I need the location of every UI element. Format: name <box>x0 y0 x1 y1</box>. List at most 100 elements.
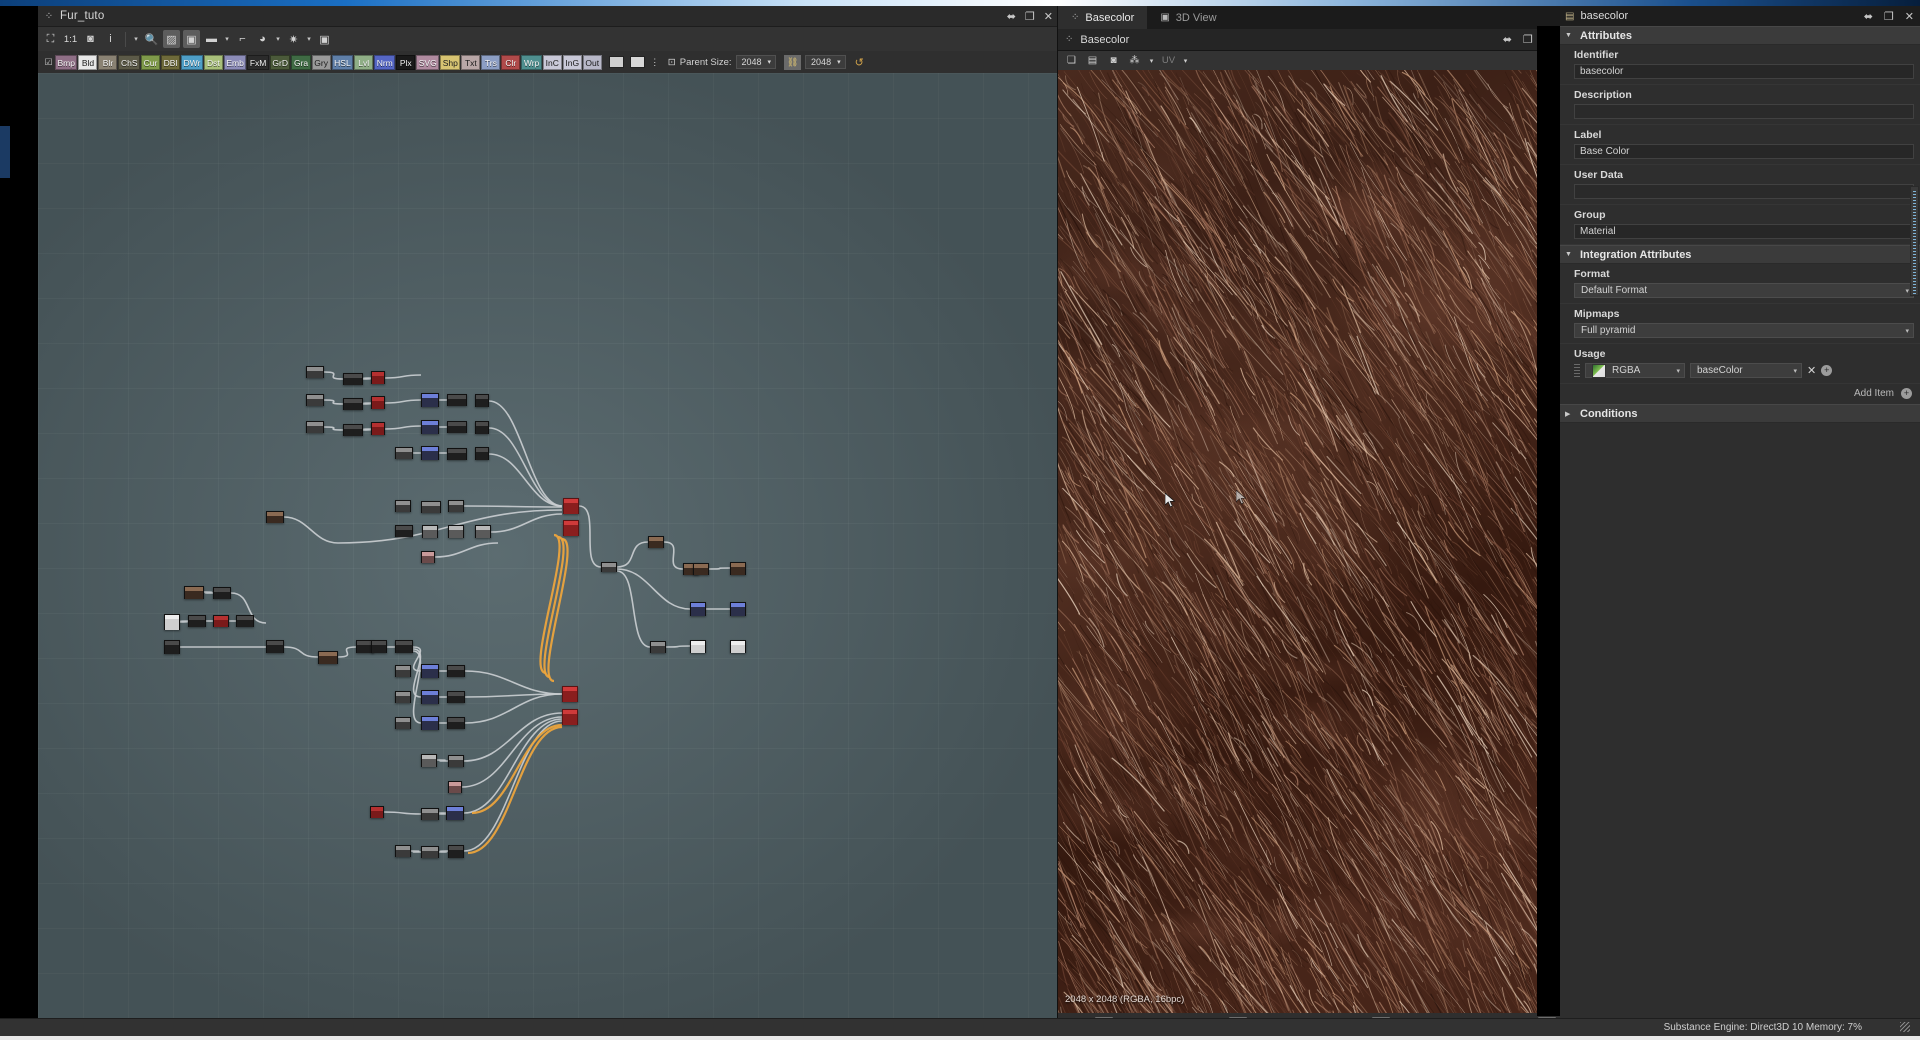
graph-node[interactable] <box>447 421 467 433</box>
node-chip-dbl[interactable]: DBl <box>161 54 181 70</box>
node-chip-bld[interactable]: Bld <box>78 54 98 70</box>
graph-node[interactable] <box>562 686 578 702</box>
graph-node[interactable] <box>306 366 324 378</box>
caret-3[interactable]: ▾ <box>274 35 282 43</box>
graph-node[interactable] <box>601 562 617 572</box>
select-format[interactable]: Default Format ▾ <box>1574 283 1914 298</box>
node-chip-hsl[interactable]: HSL <box>331 54 354 70</box>
reset-icon[interactable]: ↺ <box>855 56 864 69</box>
graph-node[interactable] <box>421 551 435 563</box>
parent-height-select[interactable]: 2048 ▾ <box>805 55 846 69</box>
graph-nodes[interactable] <box>38 73 1057 1036</box>
graph-node[interactable] <box>447 448 467 460</box>
graph-node[interactable] <box>421 808 439 820</box>
graph-node[interactable] <box>306 394 324 406</box>
parent-width-select[interactable]: 2048 ▾ <box>735 55 777 69</box>
graph-node[interactable] <box>371 422 385 435</box>
graph-node[interactable] <box>448 845 464 858</box>
node-chip-blr[interactable]: Blr <box>98 54 118 70</box>
graph-node[interactable] <box>371 640 387 653</box>
graph-node[interactable] <box>395 845 411 857</box>
fit-view-icon[interactable]: ⛶ <box>42 30 59 48</box>
close-icon[interactable]: ✕ <box>1044 10 1053 23</box>
input-group[interactable]: Material <box>1574 224 1914 239</box>
graph-node[interactable] <box>164 614 180 630</box>
channel-split-icon[interactable]: ⁂ <box>1126 53 1143 68</box>
node-chip-nrm[interactable]: Nrm <box>374 54 396 70</box>
node-chip-bmp[interactable]: Bmp <box>55 54 78 70</box>
input-identifier[interactable]: basecolor <box>1574 64 1914 79</box>
node-chip-inc[interactable]: InC <box>542 54 562 70</box>
node-chip-chs[interactable]: ChS <box>118 54 141 70</box>
add-item-row[interactable]: Add Item + <box>1560 384 1920 404</box>
node-chip-trs[interactable]: Trs <box>481 54 501 70</box>
add-usage-button[interactable]: + <box>1821 365 1833 376</box>
graph-node[interactable] <box>448 781 462 793</box>
node-chip-dwr[interactable]: DWr <box>181 54 203 70</box>
channel-caret[interactable]: ▾ <box>1147 53 1156 68</box>
input-label[interactable]: Base Color <box>1574 144 1914 159</box>
graph-node[interactable] <box>693 563 709 575</box>
maximize-icon[interactable]: ❐ <box>1025 10 1035 23</box>
graph-node[interactable] <box>730 640 746 653</box>
graph-node[interactable] <box>421 754 437 767</box>
tab-basecolor[interactable]: ⁘ Basecolor <box>1058 6 1148 29</box>
elbow-link-icon[interactable]: ⌐ <box>234 30 251 48</box>
section-header-attributes[interactable]: ▼ Attributes <box>1560 26 1920 45</box>
export-image-icon[interactable]: ▤ <box>1084 53 1101 68</box>
node-chip-gry[interactable]: Gry <box>311 54 331 70</box>
graph-node[interactable] <box>730 562 746 575</box>
graph-node[interactable] <box>648 536 664 548</box>
node-chip-ing[interactable]: InG <box>562 54 582 70</box>
graph-canvas[interactable]: M 人人素材 <box>38 73 1057 1036</box>
copy-image-icon[interactable]: ❏ <box>1063 53 1080 68</box>
graph-node[interactable] <box>562 709 578 725</box>
node-chip-fxm[interactable]: FxM <box>247 54 269 70</box>
graph-node[interactable] <box>448 500 464 512</box>
graph-node[interactable] <box>370 806 384 818</box>
properties-scrollbar[interactable] <box>1910 186 1919 296</box>
graph-node[interactable] <box>446 806 464 820</box>
graph-node[interactable] <box>343 373 363 385</box>
graph-node[interactable] <box>266 511 284 523</box>
section-header-conditions[interactable]: ▶ Conditions <box>1560 404 1920 423</box>
select-mipmaps[interactable]: Full pyramid ▾ <box>1574 323 1914 338</box>
align-icon[interactable]: ▣ <box>183 30 200 48</box>
graph-node[interactable] <box>730 602 746 616</box>
graph-node[interactable] <box>236 615 254 627</box>
graph-node[interactable] <box>475 394 489 407</box>
node-chip-svg[interactable]: SVG <box>416 54 440 70</box>
node-library-toggle-icon[interactable]: ☑ <box>42 57 55 68</box>
graph-node[interactable] <box>421 446 439 460</box>
graph-node[interactable] <box>421 664 439 678</box>
graph-node[interactable] <box>395 640 413 653</box>
graph-node[interactable] <box>421 690 439 704</box>
usage-channel-select[interactable]: RGBA ▾ <box>1585 363 1685 378</box>
snapshot-icon[interactable]: ◙ <box>82 30 99 48</box>
chain-link-icon[interactable]: ⛓ <box>784 54 802 70</box>
node-chip-shp[interactable]: Shp <box>440 54 461 70</box>
graph-node[interactable] <box>164 640 180 654</box>
graph-node[interactable] <box>395 447 413 459</box>
graph-node[interactable] <box>318 651 338 664</box>
uv-label[interactable]: UV <box>1160 53 1177 68</box>
node-chip-emb[interactable]: Emb <box>223 54 247 70</box>
graph-node[interactable] <box>343 424 363 436</box>
node-chip-grd[interactable]: GrD <box>269 54 291 70</box>
caret-1[interactable]: ▾ <box>132 35 140 43</box>
add-item-button[interactable]: + <box>1901 388 1912 399</box>
graph-node[interactable] <box>563 520 579 536</box>
frame-node-button[interactable] <box>629 56 645 68</box>
graph-node[interactable] <box>475 421 489 434</box>
graph-node[interactable] <box>306 421 324 433</box>
graph-node[interactable] <box>395 717 411 729</box>
light-icon[interactable]: ◕ <box>254 30 271 48</box>
undock-icon[interactable]: ⬌ <box>1503 33 1512 46</box>
zoom-1-1-label[interactable]: 1:1 <box>62 30 79 48</box>
section-header-integration-attributes[interactable]: ▼ Integration Attributes <box>1560 245 1920 264</box>
input-description[interactable] <box>1574 104 1914 119</box>
node-chip-lvl[interactable]: Lvl <box>354 54 374 70</box>
graph-node[interactable] <box>395 691 411 703</box>
graph-node[interactable] <box>421 846 439 858</box>
comment-node-button[interactable] <box>608 56 624 68</box>
